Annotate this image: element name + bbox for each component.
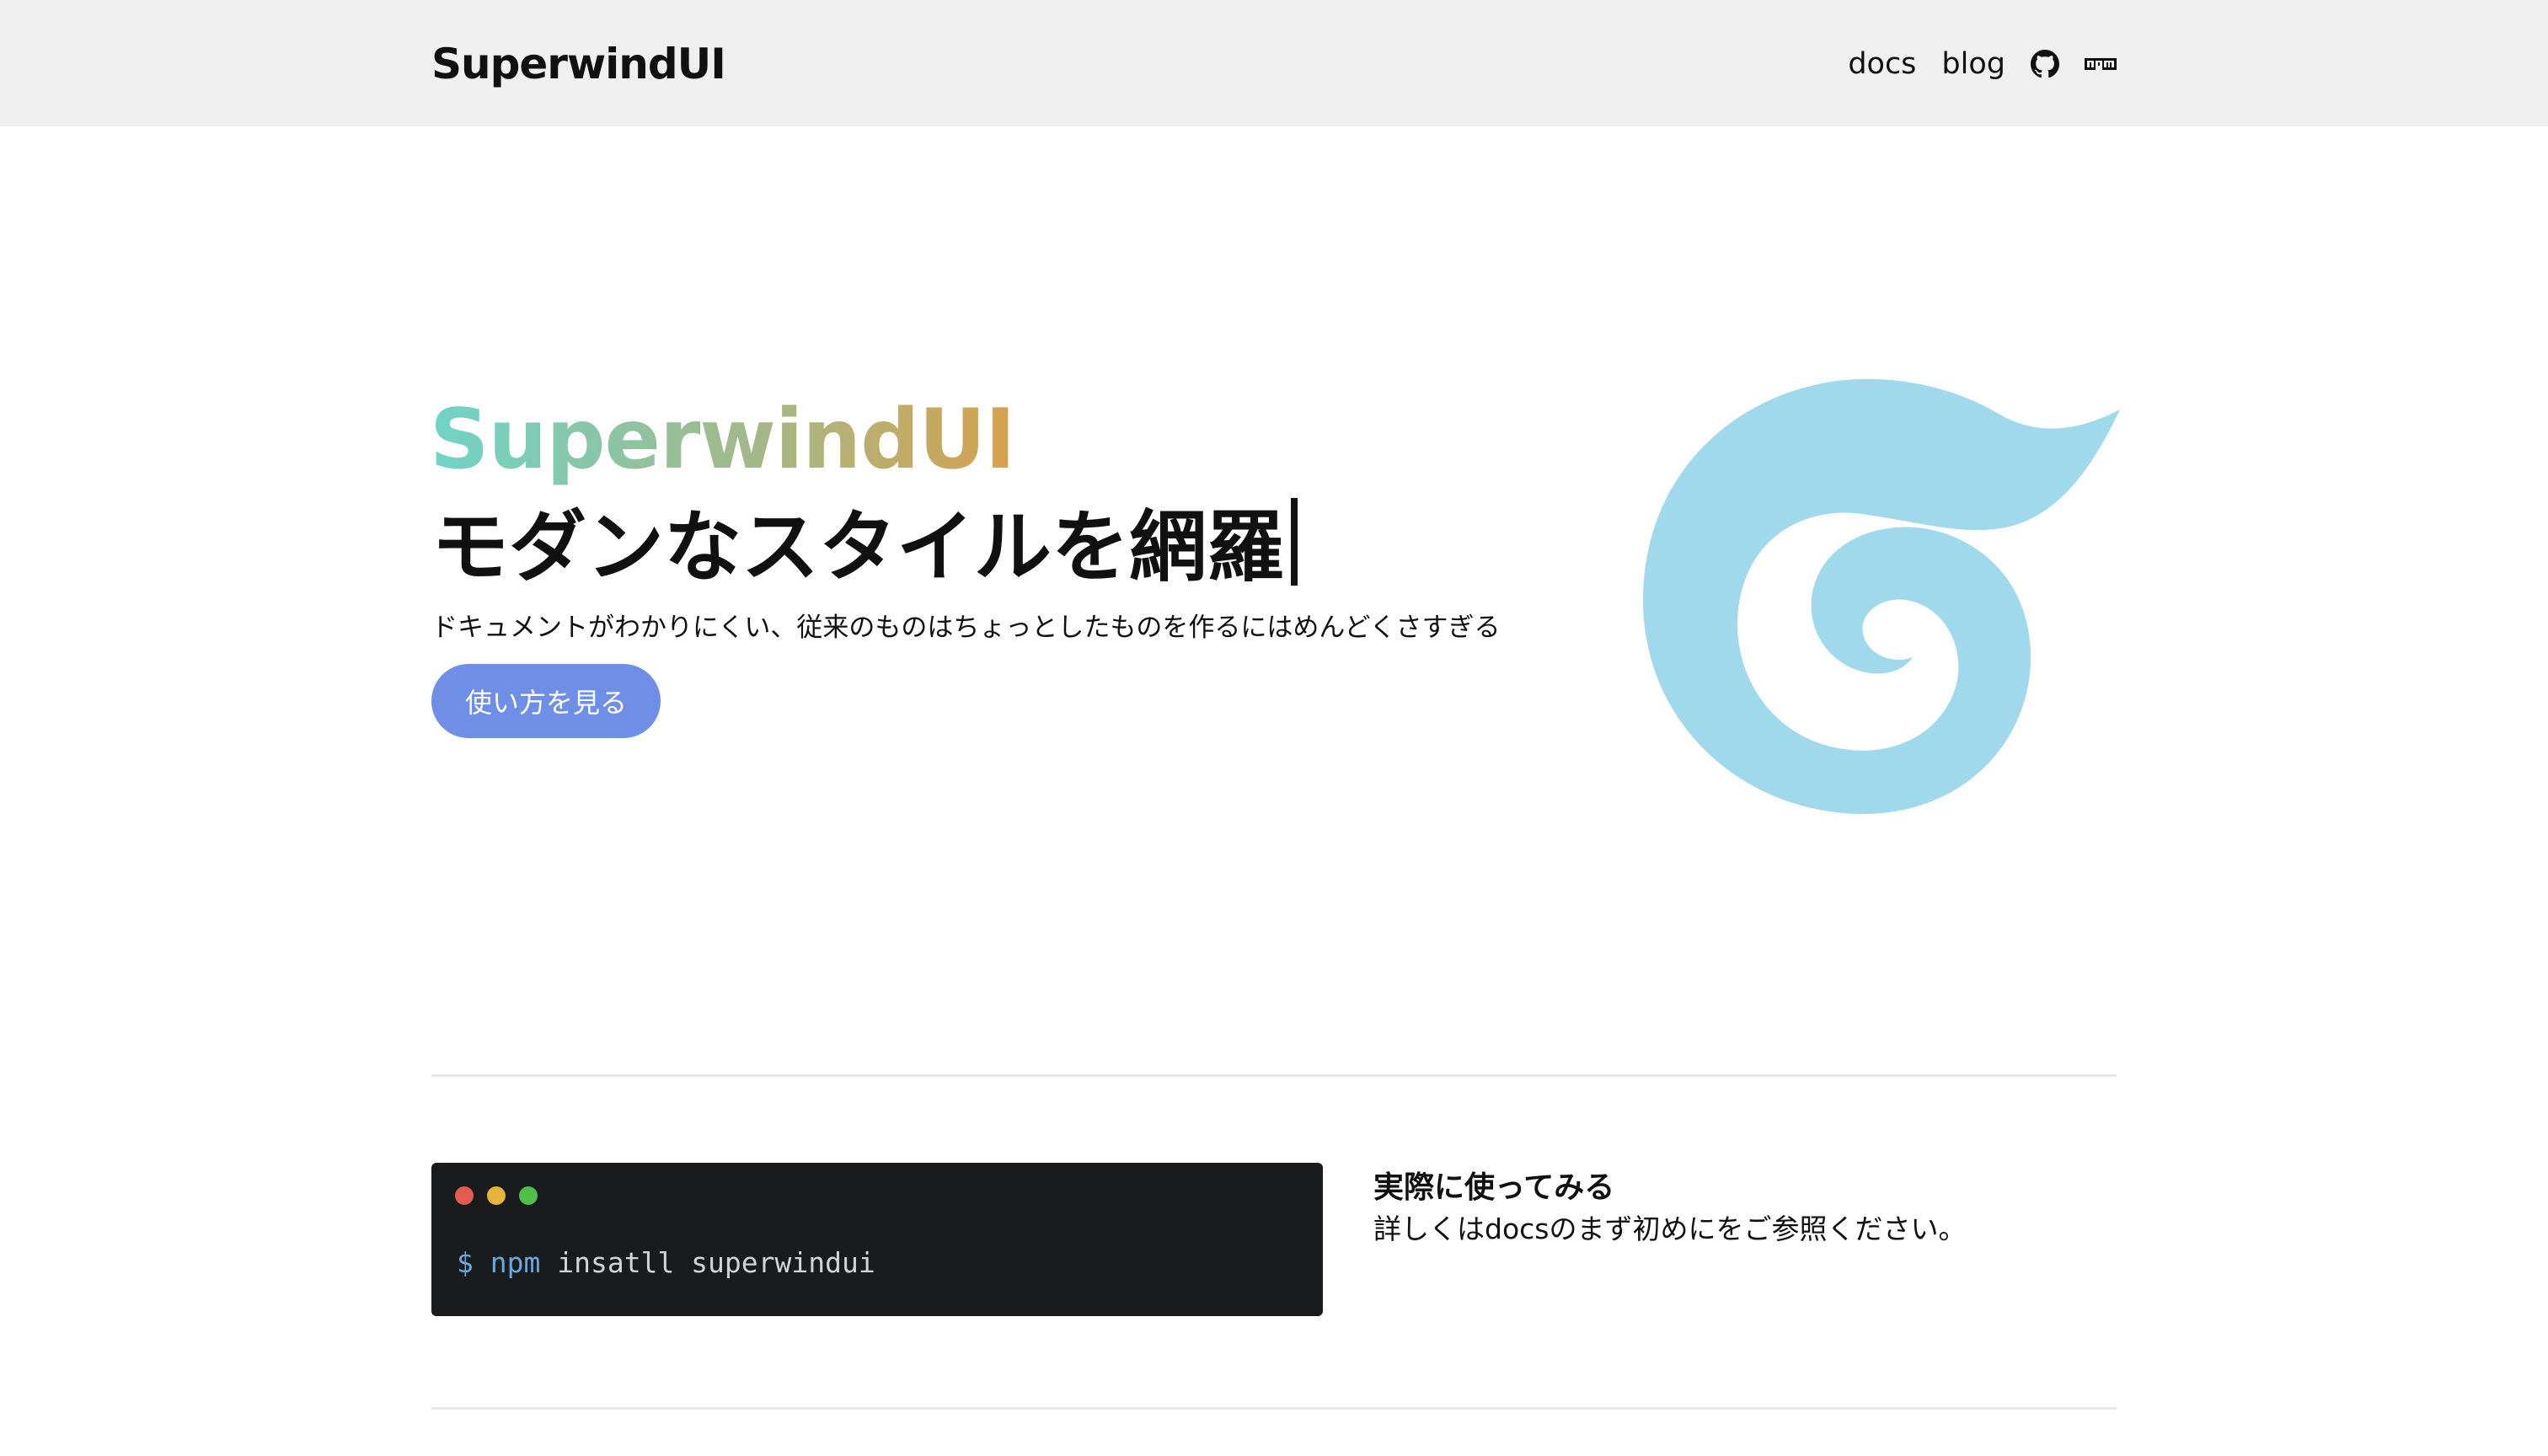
brand-link[interactable]: SuperwindUI (431, 34, 726, 94)
try-it-description: 詳しくはdocsのまず初めにをご参照ください。 (1373, 1212, 1967, 1245)
terminal-window: $ npm insatll superwindui (431, 1163, 1323, 1316)
maximize-dot-icon (519, 1186, 538, 1205)
nav-docs-link[interactable]: docs (1848, 37, 1916, 91)
window-controls (455, 1186, 538, 1205)
section-divider (431, 1407, 2117, 1410)
terminal-prompt: $ (457, 1246, 474, 1279)
hero-title: SuperwindUI (430, 389, 1015, 490)
close-dot-icon (455, 1186, 474, 1205)
swirl-logo-icon (1643, 379, 2120, 814)
install-command: $ npm insatll superwindui (457, 1242, 875, 1284)
get-started-button[interactable]: 使い方を見る (431, 664, 661, 738)
typing-caret (1291, 498, 1298, 586)
hero-subtitle-text: モダンなスタイルを網羅 (431, 502, 1285, 592)
hero-subtitle: モダンなスタイルを網羅 (431, 497, 1298, 598)
minimize-dot-icon (487, 1186, 506, 1205)
terminal-command: npm (490, 1246, 541, 1279)
hero-description: ドキュメントがわかりにくい、従来のものはちょっとしたものを作るにはめんどくさすぎ… (431, 613, 1501, 643)
terminal-args: insatll superwindui (557, 1246, 875, 1279)
site-header: SuperwindUI docs blog (0, 0, 2548, 126)
github-icon[interactable] (2031, 50, 2059, 78)
npm-icon[interactable] (2085, 57, 2117, 71)
top-nav: docs blog (1848, 37, 2117, 91)
nav-blog-link[interactable]: blog (1941, 37, 2005, 91)
section-divider (431, 1074, 2117, 1077)
try-it-title: 実際に使ってみる (1373, 1170, 1615, 1205)
